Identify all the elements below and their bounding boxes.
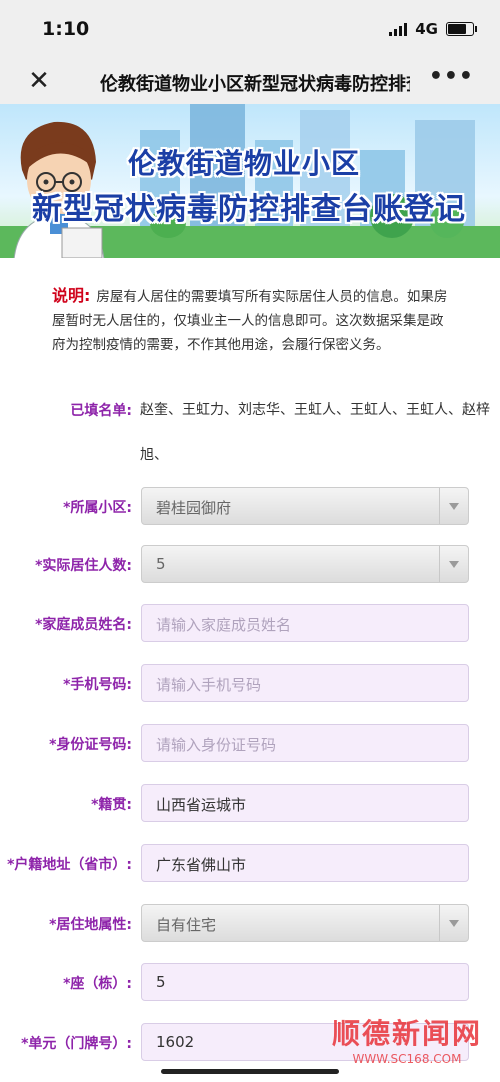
member-name-input[interactable]: 请输入家庭成员姓名: [141, 604, 469, 642]
watermark-name: 顺德新闻网: [331, 1017, 482, 1050]
intro-label: 说明:: [52, 286, 91, 305]
residents-label: *实际居住人数:: [35, 558, 132, 574]
header-banner: 伦教街道物业小区 新型冠状病毒防控排查台账登记: [0, 104, 500, 258]
residents-value: 5: [156, 555, 166, 573]
residents-row: *实际居住人数: 5: [0, 545, 500, 585]
close-icon[interactable]: ✕: [24, 66, 54, 96]
household-input[interactable]: 广东省佛山市: [141, 844, 469, 882]
phone-input[interactable]: 请输入手机号码: [141, 664, 469, 702]
residence-type-value: 自有住宅: [156, 916, 217, 934]
chevron-down-icon: [439, 546, 468, 582]
id-number-label: *身份证号码:: [49, 737, 132, 753]
community-row: *所属小区: 碧桂园御府: [0, 487, 500, 527]
phone-row: *手机号码: 请输入手机号码: [0, 664, 500, 704]
native-place-label: *籍贯:: [91, 797, 132, 813]
intro-text: 房屋有人居住的需要填写所有实际居住人员的信息。如果房屋暂时无人居住的，仅填业主一…: [52, 289, 448, 353]
more-icon[interactable]: •••: [429, 64, 474, 89]
id-number-input[interactable]: 请输入身份证号码: [141, 724, 469, 762]
member-name-label: *家庭成员姓名:: [35, 617, 132, 633]
native-place-row: *籍贯: 山西省运城市: [0, 784, 500, 824]
building-label: *座（栋）:: [63, 976, 132, 992]
building-input[interactable]: 5: [141, 963, 469, 1001]
nav-bar: ✕ 伦教街道物业小区新型冠状病毒防控排查台账登记 •••: [0, 60, 500, 104]
native-place-input[interactable]: 山西省运城市: [141, 784, 469, 822]
watermark-url: WWW.SC168.COM: [352, 1052, 462, 1066]
home-indicator[interactable]: [161, 1069, 339, 1074]
intro-note: 说明: 房屋有人居住的需要填写所有实际居住人员的信息。如果房屋暂时无人居住的，仅填…: [52, 284, 452, 357]
household-row: *户籍地址（省市）: 广东省佛山市: [0, 844, 500, 884]
page-title: 伦教街道物业小区新型冠状病毒防控排查台账登记: [100, 74, 410, 95]
residents-select[interactable]: 5: [141, 545, 469, 583]
phone-label: *手机号码:: [63, 677, 132, 693]
id-number-row: *身份证号码: 请输入身份证号码: [0, 724, 500, 764]
banner-title-line2: 新型冠状病毒防控排查台账登记: [32, 192, 466, 227]
battery-icon: [446, 22, 477, 36]
member-name-row: *家庭成员姓名: 请输入家庭成员姓名: [0, 604, 500, 644]
unit-label: *单元（门牌号）:: [21, 1036, 132, 1052]
residence-type-label: *居住地属性:: [49, 917, 132, 933]
filled-names: 赵奎、王虹力、刘志华、王虹人、王虹人、王虹人、赵梓旭、: [140, 402, 490, 463]
community-select[interactable]: 碧桂园御府: [141, 487, 469, 525]
residence-type-select[interactable]: 自有住宅: [141, 904, 469, 942]
chevron-down-icon: [439, 488, 468, 524]
status-bar: 1:10 4G: [0, 0, 500, 60]
status-indicators: 4G: [389, 20, 477, 38]
network-type: 4G: [415, 20, 438, 38]
building-row: *座（栋）: 5: [0, 963, 500, 1003]
signal-icon: [389, 22, 408, 36]
status-time: 1:10: [42, 18, 90, 40]
community-value: 碧桂园御府: [156, 499, 232, 517]
filled-label: 已填名单:: [70, 403, 132, 419]
chevron-down-icon: [439, 905, 468, 941]
community-label: *所属小区:: [63, 500, 132, 516]
household-label: *户籍地址（省市）:: [7, 857, 132, 873]
residence-type-row: *居住地属性: 自有住宅: [0, 904, 500, 944]
watermark: 顺德新闻网 WWW.SC168.COM: [332, 1012, 482, 1066]
banner-title-line1: 伦教街道物业小区: [128, 147, 361, 180]
